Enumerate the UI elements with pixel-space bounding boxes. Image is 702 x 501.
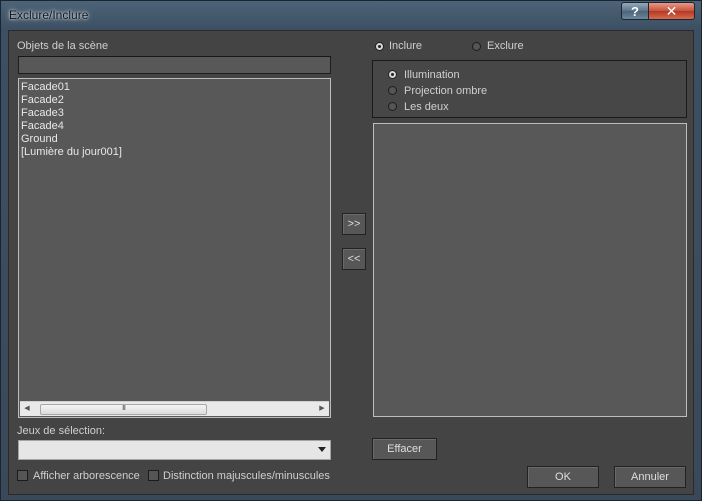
scroll-left-icon[interactable]: ◀ bbox=[20, 402, 34, 416]
case-sensitive-label: Distinction majuscules/minuscules bbox=[163, 470, 330, 482]
illumination-radio[interactable] bbox=[388, 70, 397, 79]
include-radio[interactable] bbox=[375, 42, 384, 51]
exclude-label: Exclure bbox=[487, 40, 524, 52]
list-item[interactable]: Facade01 bbox=[19, 81, 330, 94]
shadow-casting-label: Projection ombre bbox=[404, 85, 488, 97]
add-to-list-button[interactable]: >> bbox=[342, 213, 366, 235]
close-button[interactable]: ✕ bbox=[648, 2, 695, 20]
list-item[interactable]: Facade4 bbox=[19, 120, 330, 133]
influence-options-group: Illumination Projection ombre Les deux bbox=[372, 60, 687, 118]
list-item[interactable]: Ground bbox=[19, 133, 330, 146]
remove-from-list-button[interactable]: << bbox=[342, 248, 366, 270]
shadow-casting-radio[interactable] bbox=[388, 86, 397, 95]
list-item[interactable]: [Lumière du jour001] bbox=[19, 146, 330, 159]
exclude-radio[interactable] bbox=[472, 42, 481, 51]
scene-objects-list[interactable]: Facade01 Facade2 Facade3 Facade4 Ground … bbox=[18, 78, 331, 418]
selection-sets-label: Jeux de sélection: bbox=[17, 425, 106, 437]
scene-objects-label: Objets de la scène bbox=[17, 40, 109, 52]
selected-objects-list[interactable] bbox=[373, 123, 687, 417]
dialog-body: Objets de la scène Facade01 Facade2 Faca… bbox=[8, 30, 694, 495]
window-title: Exclure/Inclure bbox=[9, 8, 89, 22]
clear-button[interactable]: Effacer bbox=[372, 438, 437, 460]
selection-sets-dropdown[interactable] bbox=[18, 440, 331, 460]
scrollbar-thumb[interactable]: III bbox=[40, 404, 207, 415]
ok-button[interactable]: OK bbox=[527, 466, 599, 488]
show-tree-checkbox[interactable] bbox=[17, 470, 28, 481]
illumination-label: Illumination bbox=[404, 69, 460, 81]
horizontal-scrollbar[interactable]: ◀ III ▶ bbox=[20, 401, 329, 416]
both-radio[interactable] bbox=[388, 102, 397, 111]
both-label: Les deux bbox=[404, 101, 449, 113]
exclude-include-dialog: Exclure/Inclure ? ✕ Objets de la scène F… bbox=[0, 0, 702, 501]
scroll-right-icon[interactable]: ▶ bbox=[315, 402, 329, 416]
include-label: Inclure bbox=[389, 40, 423, 52]
list-item[interactable]: Facade2 bbox=[19, 94, 330, 107]
cancel-button[interactable]: Annuler bbox=[614, 466, 686, 488]
show-tree-label: Afficher arborescence bbox=[33, 470, 140, 482]
object-search-input[interactable] bbox=[18, 56, 331, 74]
chevron-down-icon bbox=[318, 447, 326, 452]
list-item[interactable]: Facade3 bbox=[19, 107, 330, 120]
title-bar[interactable]: Exclure/Inclure ? ✕ bbox=[1, 1, 701, 29]
case-sensitive-checkbox[interactable] bbox=[148, 470, 159, 481]
help-button[interactable]: ? bbox=[621, 2, 649, 20]
